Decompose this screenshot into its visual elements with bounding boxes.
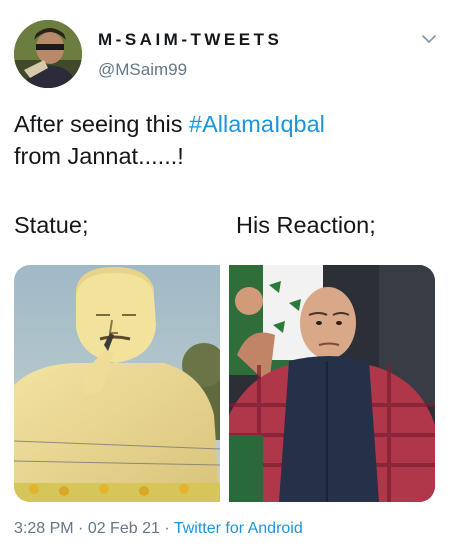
- tweet-source-link[interactable]: Twitter for Android: [174, 520, 303, 537]
- statue-photo-icon: [14, 265, 220, 502]
- tweet-time[interactable]: 3:28 PM: [14, 520, 74, 537]
- chevron-down-icon[interactable]: [420, 30, 438, 48]
- meta-separator: ·: [73, 520, 88, 537]
- tweet-date[interactable]: 02 Feb 21: [88, 520, 160, 537]
- profile-photo-icon: [14, 20, 82, 88]
- tweet-text-after: from Jannat......!: [14, 143, 184, 169]
- tweet-text-before: After seeing this: [14, 111, 190, 137]
- reaction-photo-icon: [229, 265, 435, 502]
- caption-reaction: His Reaction;: [236, 212, 376, 238]
- media-image-reaction[interactable]: [229, 265, 435, 502]
- hashtag-link[interactable]: #AllamaIqbal: [189, 111, 325, 137]
- tweet-text: After seeing this #AllamaIqbal from Jann…: [14, 108, 434, 172]
- author-name[interactable]: M-SAIM-TWEETS: [98, 30, 282, 50]
- avatar[interactable]: [14, 20, 82, 88]
- caption-statue: Statue;: [14, 212, 89, 238]
- media-image-statue[interactable]: [14, 265, 220, 502]
- tweet-card: M-SAIM-TWEETS @MSaim99 After seeing this…: [0, 0, 450, 560]
- tweet-meta: 3:28 PM · 02 Feb 21 · Twitter for Androi…: [14, 520, 303, 538]
- author-handle[interactable]: @MSaim99: [98, 60, 187, 80]
- meta-separator: ·: [159, 520, 174, 537]
